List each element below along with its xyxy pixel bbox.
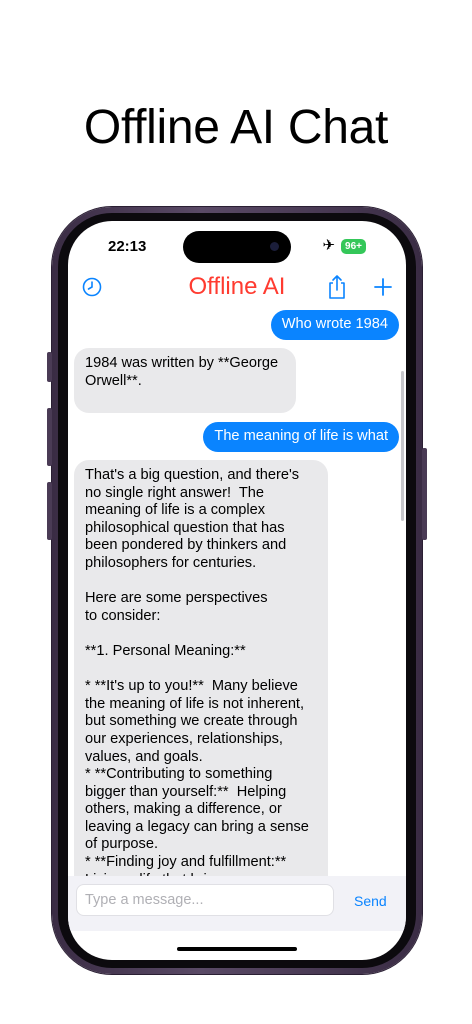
promo-headline: Offline AI Chat — [83, 101, 389, 154]
message-input-field[interactable] — [76, 884, 334, 916]
airplane-mode-icon: ✈ — [322, 237, 336, 254]
home-indicator[interactable] — [177, 947, 297, 951]
power-button — [422, 448, 427, 540]
nav-title: Offline AI — [188, 273, 286, 300]
battery-icon: 96+ — [341, 238, 366, 254]
message-input[interactable] — [77, 885, 333, 915]
ai-message-bubble: That's a big question, and there's no si… — [74, 460, 328, 895]
app-screen: 22:13 ✈ 96+ Offline AI Who wrote 1984 19… — [68, 221, 406, 960]
ai-message-bubble: 1984 was written by **George Orwell**. — [74, 348, 296, 413]
action-button — [47, 352, 52, 382]
composer-bar: Send — [68, 876, 406, 931]
status-time: 22:13 — [108, 238, 147, 255]
dynamic-island — [183, 231, 291, 263]
user-message-bubble: Who wrote 1984 — [270, 310, 399, 340]
new-chat-plus-icon[interactable] — [372, 276, 394, 298]
scroll-indicator[interactable] — [401, 371, 404, 521]
nav-bar: Offline AI — [68, 271, 406, 303]
user-message-bubble: The meaning of life is what — [203, 422, 399, 452]
volume-down-button — [47, 482, 52, 540]
share-icon[interactable] — [326, 274, 348, 300]
status-indicators: ✈ 96+ — [322, 238, 366, 254]
send-button[interactable]: Send — [354, 893, 387, 909]
volume-up-button — [47, 408, 52, 466]
